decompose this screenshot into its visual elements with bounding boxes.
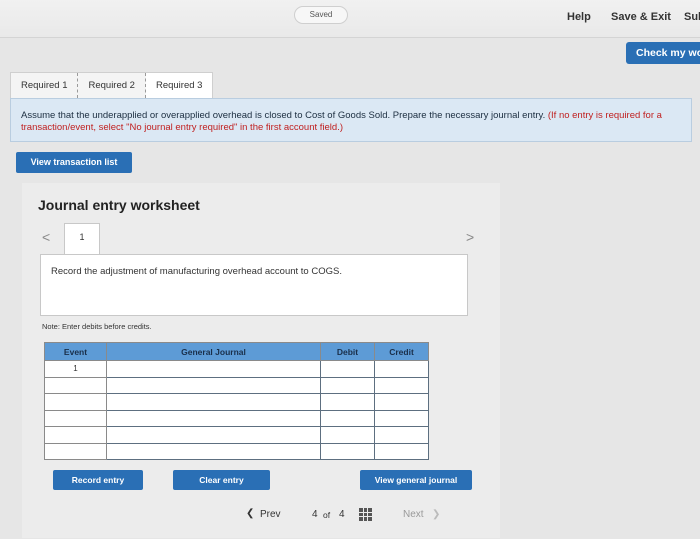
header-event: Event [44,342,107,361]
record-entry-button[interactable]: Record entry [53,470,143,490]
check-my-work-button[interactable]: Check my wo [626,42,700,64]
help-link[interactable]: Help [567,11,591,23]
event-cell [44,409,107,427]
prev-chevron-icon[interactable]: ❮ [246,508,254,519]
debit-input[interactable] [320,426,375,444]
view-general-journal-button[interactable]: View general journal [360,470,472,490]
account-input[interactable] [106,360,321,378]
next-button[interactable]: Next [403,509,424,520]
header-debit: Debit [320,342,375,361]
event-cell [44,442,107,460]
view-transaction-list-button[interactable]: View transaction list [16,152,132,173]
account-input[interactable] [106,376,321,394]
saved-indicator: Saved [294,6,348,24]
tab-required-1[interactable]: Required 1 [11,73,79,98]
account-input[interactable] [106,442,321,460]
event-cell [44,426,107,444]
event-cell [44,393,107,411]
header-general-journal: General Journal [106,342,321,361]
chevron-right-icon[interactable]: > [466,229,474,245]
worksheet-title: Journal entry worksheet [38,197,200,213]
tab-required-3[interactable]: Required 3 [145,73,213,98]
page-current: 4 [312,509,318,520]
debit-credit-note: Note: Enter debits before credits. [42,322,152,331]
record-instruction-box: Record the adjustment of manufacturing o… [40,254,468,316]
debit-input[interactable] [320,393,375,411]
credit-input[interactable] [374,409,429,427]
table-row: 1 [44,360,429,378]
top-bar: Saved Help Save & Exit Sul [0,0,700,38]
page-total: 4 [339,509,345,520]
credit-input[interactable] [374,360,429,378]
credit-input[interactable] [374,442,429,460]
table-row [44,393,429,411]
chevron-left-icon[interactable]: < [42,229,50,245]
debit-input[interactable] [320,376,375,394]
credit-input[interactable] [374,393,429,411]
credit-input[interactable] [374,376,429,394]
debit-input[interactable] [320,409,375,427]
event-cell [44,376,107,394]
table-row [44,442,429,460]
table-header-row: Event General Journal Debit Credit [44,342,429,361]
event-cell: 1 [44,360,107,378]
debit-input[interactable] [320,442,375,460]
clear-entry-button[interactable]: Clear entry [173,470,270,490]
table-row [44,409,429,427]
table-row [44,426,429,444]
requirement-tabs: Required 1 Required 2 Required 3 [10,72,214,98]
save-exit-link[interactable]: Save & Exit [611,11,671,23]
worksheet-page-tab[interactable]: 1 [64,223,100,257]
account-input[interactable] [106,409,321,427]
header-credit: Credit [374,342,429,361]
page-of-label: of [323,510,331,520]
credit-input[interactable] [374,426,429,444]
account-input[interactable] [106,393,321,411]
table-row [44,376,429,394]
debit-input[interactable] [320,360,375,378]
instructions-text: Assume that the underapplied or overappl… [21,110,546,121]
tab-required-2[interactable]: Required 2 [78,73,146,98]
submit-link[interactable]: Sul [684,11,700,23]
next-chevron-icon[interactable]: ❯ [432,509,440,520]
journal-entry-table: Event General Journal Debit Credit 1 [44,342,429,460]
grid-icon[interactable] [359,508,372,521]
prev-button[interactable]: Prev [260,509,281,520]
record-instruction-text: Record the adjustment of manufacturing o… [51,266,342,277]
account-input[interactable] [106,426,321,444]
instructions-box: Assume that the underapplied or overappl… [10,98,692,142]
